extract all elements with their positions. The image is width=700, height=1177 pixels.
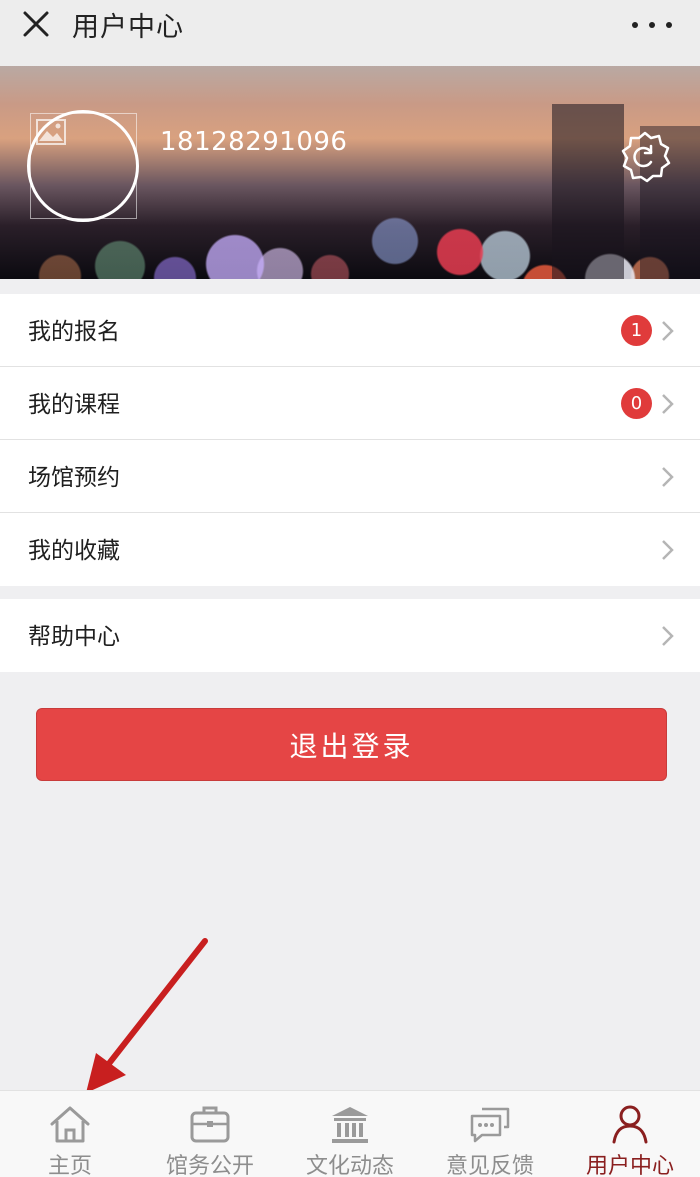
- chevron-right-icon: [662, 321, 674, 341]
- tab-label: 主页: [47, 1154, 92, 1177]
- menu-item-label: 我的课程: [28, 392, 120, 418]
- tab-label: 用户中心: [585, 1154, 674, 1177]
- tab-feedback[interactable]: 意见反馈: [420, 1091, 560, 1177]
- logout-button[interactable]: 退出登录: [36, 708, 667, 781]
- count-badge: 0: [621, 388, 652, 419]
- bottom-tab-bar: 主页 馆务公开 文化动态 意见反馈 用户中心: [0, 1090, 700, 1177]
- menu-item-venue-booking[interactable]: 场馆预约: [0, 440, 700, 513]
- chevron-right-icon: [662, 394, 674, 414]
- chevron-right-icon: [662, 540, 674, 560]
- tab-label: 意见反馈: [445, 1154, 534, 1177]
- top-bar: 用户中心: [0, 0, 700, 66]
- more-button[interactable]: [632, 18, 672, 32]
- building-icon: [332, 1107, 368, 1143]
- close-icon: [23, 11, 49, 37]
- chevron-right-icon: [662, 467, 674, 487]
- briefcase-icon: [190, 1106, 230, 1143]
- menu-item-label: 场馆预约: [28, 465, 120, 491]
- close-button[interactable]: [20, 8, 52, 40]
- tab-label: 馆务公开: [165, 1154, 254, 1177]
- menu-item-my-favorites[interactable]: 我的收藏: [0, 513, 700, 586]
- tab-affairs[interactable]: 馆务公开: [140, 1091, 280, 1177]
- profile-banner: 18128291096: [0, 66, 700, 279]
- menu-item-help-center[interactable]: 帮助中心: [0, 599, 700, 672]
- chevron-right-icon: [662, 626, 674, 646]
- chat-icon: [470, 1107, 510, 1143]
- user-phone: 18128291096: [160, 127, 348, 157]
- count-badge: 1: [621, 315, 652, 346]
- settings-icon[interactable]: [618, 130, 672, 184]
- more-icon: [632, 22, 638, 28]
- page-title: 用户中心: [72, 12, 184, 43]
- annotation-arrow-icon: [86, 938, 208, 1093]
- tab-culture-news[interactable]: 文化动态: [280, 1091, 420, 1177]
- menu-item-my-courses[interactable]: 我的课程 0: [0, 367, 700, 440]
- menu-group-main: 我的报名 1 我的课程 0 场馆预约 我的收藏: [0, 294, 700, 586]
- menu-item-label: 帮助中心: [28, 624, 120, 650]
- tab-home[interactable]: 主页: [0, 1091, 140, 1177]
- menu-item-label: 我的报名: [28, 319, 120, 345]
- menu-item-my-signups[interactable]: 我的报名 1: [0, 294, 700, 367]
- menu-group-help: 帮助中心: [0, 599, 700, 672]
- tab-user-center[interactable]: 用户中心: [560, 1091, 700, 1177]
- banner-decoration: [552, 104, 624, 279]
- tab-label: 文化动态: [305, 1154, 394, 1177]
- avatar[interactable]: [27, 110, 139, 222]
- home-icon: [50, 1106, 90, 1143]
- menu-item-label: 我的收藏: [28, 538, 120, 564]
- user-icon: [612, 1105, 648, 1144]
